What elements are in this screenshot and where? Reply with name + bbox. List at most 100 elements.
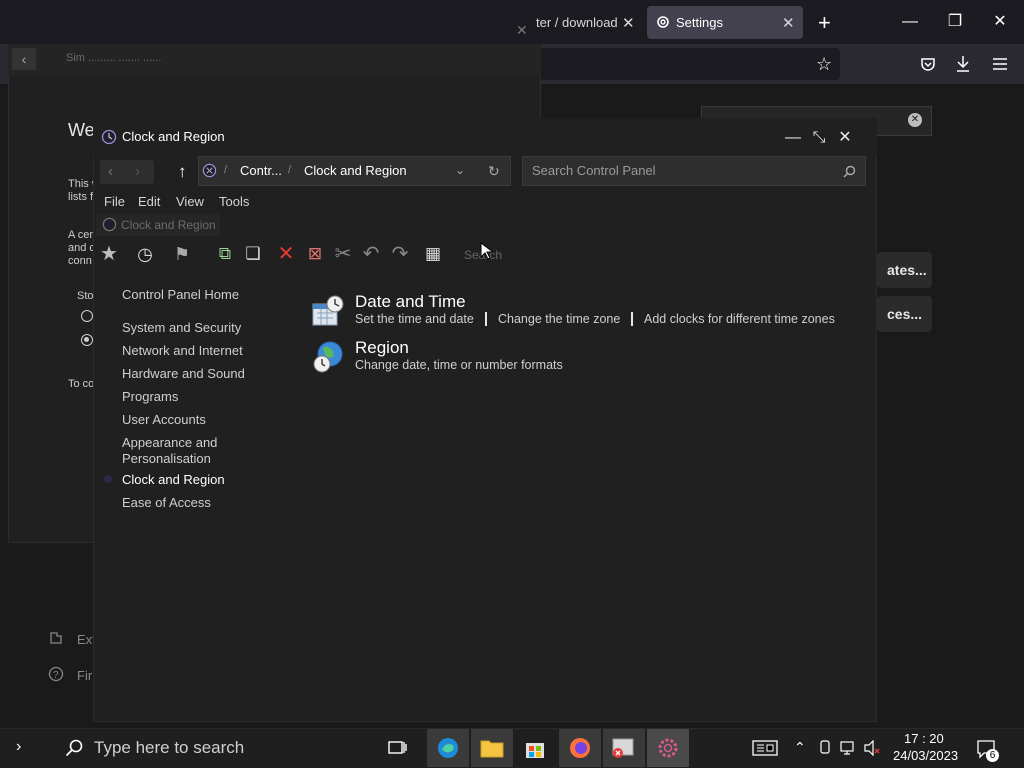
- notification-count-badge: 6: [986, 749, 999, 762]
- cut-disabled-icon[interactable]: ✂: [330, 241, 356, 267]
- overlay-clock-icon: [102, 217, 117, 232]
- link-add-clocks[interactable]: Add clocks for different time zones: [644, 312, 835, 326]
- category-date-time-title[interactable]: Date and Time: [355, 292, 466, 312]
- back-icon[interactable]: ‹: [108, 163, 113, 180]
- dialog-text: lists f: [68, 191, 94, 203]
- pocket-icon[interactable]: [920, 56, 936, 72]
- radio-button[interactable]: [81, 310, 93, 322]
- clear-search-icon[interactable]: ✕: [908, 113, 922, 127]
- control-panel-icon: [612, 738, 634, 758]
- menu-view[interactable]: View: [176, 194, 204, 209]
- menu-icon[interactable]: [992, 57, 1008, 71]
- volume-muted-icon[interactable]: [864, 740, 882, 756]
- browser-tab-bar: [0, 0, 1024, 44]
- tab-close-icon[interactable]: ✕: [622, 14, 635, 32]
- delete-icon[interactable]: ✕: [273, 241, 299, 267]
- overlay-label: Clock and Region: [121, 218, 216, 232]
- sidebar-item-clock-region[interactable]: Clock and Region: [122, 472, 225, 487]
- folder-icon: [480, 740, 504, 758]
- window-title: Clock and Region: [122, 129, 225, 144]
- menu-file[interactable]: File: [104, 194, 125, 209]
- sidebar-item-hardware-sound[interactable]: Hardware and Sound: [122, 366, 245, 381]
- delete-box-icon[interactable]: ⊠: [302, 241, 328, 267]
- window-maximize-icon[interactable]: ⤡: [806, 127, 832, 149]
- help-icon: ?: [48, 666, 64, 682]
- restore-icon[interactable]: ❐: [933, 8, 977, 36]
- link-separator: [485, 312, 487, 326]
- up-icon[interactable]: ↑: [178, 162, 187, 182]
- chevron-right-icon[interactable]: ›: [16, 738, 21, 756]
- sidebar-item-programs[interactable]: Programs: [122, 389, 178, 404]
- breadcrumb-clock-region[interactable]: Clock and Region: [304, 163, 407, 178]
- sidebar-control-panel-home[interactable]: Control Panel Home: [122, 287, 239, 302]
- chevron-up-icon[interactable]: ⌃: [794, 739, 806, 756]
- link-separator: [631, 312, 633, 326]
- link-fir[interactable]: Fir: [77, 668, 92, 683]
- view-options-icon[interactable]: ▦: [420, 241, 446, 267]
- region-globe-icon: [313, 341, 343, 373]
- store-icon: [526, 743, 544, 758]
- dialog-close-icon[interactable]: ✕: [516, 22, 528, 39]
- link-change-time-zone[interactable]: Change the time zone: [498, 312, 620, 326]
- edge-icon: [438, 738, 458, 758]
- address-clock-icon: [202, 163, 217, 178]
- sidebar-item-user-accounts[interactable]: User Accounts: [122, 412, 206, 427]
- settings-gear-icon: [658, 738, 678, 758]
- sidebar-item-appearance[interactable]: Appearance and: [122, 435, 217, 450]
- minimize-icon[interactable]: —: [888, 8, 932, 36]
- close-icon[interactable]: ✕: [978, 8, 1022, 36]
- forward-icon[interactable]: ›: [135, 163, 140, 180]
- clock-region-icon: [101, 129, 117, 145]
- breadcrumb-control-panel[interactable]: Contr...: [240, 163, 282, 178]
- dialog-breadcrumb: Sim ......... ....... ......: [66, 52, 162, 64]
- tab-label: Settings: [676, 15, 723, 30]
- dialog-text: conn: [68, 255, 92, 267]
- control-panel-window: [93, 118, 877, 722]
- taskbar-search-box[interactable]: Type here to search: [94, 738, 244, 758]
- firefox-icon: [570, 738, 590, 758]
- dialog-text: A cer: [68, 229, 94, 241]
- link-change-formats[interactable]: Change date, time or number formats: [355, 358, 563, 372]
- windows-flag-icon[interactable]: ⚑: [169, 241, 195, 267]
- chevron-down-icon[interactable]: ⌄: [455, 163, 465, 177]
- tab-label: ter / download: [536, 15, 618, 30]
- taskbar-search-icon[interactable]: [65, 739, 83, 757]
- copy-to-icon[interactable]: ❏: [240, 241, 266, 267]
- download-icon[interactable]: [955, 55, 971, 73]
- settings-card-updates[interactable]: ates...: [877, 252, 932, 288]
- favorites-star-icon[interactable]: ★: [96, 241, 122, 267]
- tab-close-icon[interactable]: ✕: [782, 14, 795, 32]
- sidebar-item-personalisation[interactable]: Personalisation: [122, 451, 211, 466]
- back-button[interactable]: ‹: [12, 48, 36, 70]
- sidebar-item-ease-of-access[interactable]: Ease of Access: [122, 495, 211, 510]
- recent-clock-icon[interactable]: ◷: [132, 241, 158, 267]
- redo-disabled-icon[interactable]: ↷: [387, 241, 413, 267]
- clock-date[interactable]: 24/03/2023: [893, 748, 958, 763]
- menu-edit[interactable]: Edit: [138, 194, 160, 209]
- star-icon[interactable]: ☆: [816, 54, 832, 75]
- gear-icon: [657, 16, 669, 28]
- meet-now-icon[interactable]: [818, 740, 832, 756]
- window-close-icon[interactable]: ✕: [832, 127, 858, 149]
- sidebar-item-system-security[interactable]: System and Security: [122, 320, 241, 335]
- task-view-icon[interactable]: [388, 739, 408, 757]
- new-tab-button[interactable]: +: [818, 10, 831, 36]
- clock-time[interactable]: 17 : 20: [904, 731, 944, 746]
- network-icon[interactable]: [840, 740, 858, 756]
- window-minimize-icon[interactable]: —: [780, 127, 806, 149]
- link-set-time-date[interactable]: Set the time and date: [355, 312, 474, 326]
- radio-button-selected[interactable]: [81, 334, 93, 346]
- dialog-text: To co: [68, 378, 95, 390]
- news-widget-icon[interactable]: [752, 740, 778, 756]
- refresh-icon[interactable]: ↻: [488, 163, 500, 180]
- move-to-icon[interactable]: ⧉: [212, 241, 238, 267]
- search-control-panel-input[interactable]: Search Control Panel: [522, 156, 866, 186]
- dialog-text: and c: [68, 242, 95, 254]
- menu-tools[interactable]: Tools: [219, 194, 249, 209]
- settings-card-devices[interactable]: ces...: [877, 296, 932, 332]
- category-region-title[interactable]: Region: [355, 338, 409, 358]
- undo-disabled-icon[interactable]: ↶: [358, 241, 384, 267]
- sidebar-item-network-internet[interactable]: Network and Internet: [122, 343, 243, 358]
- search-icon[interactable]: [843, 165, 856, 178]
- mouse-cursor-icon: [480, 242, 495, 260]
